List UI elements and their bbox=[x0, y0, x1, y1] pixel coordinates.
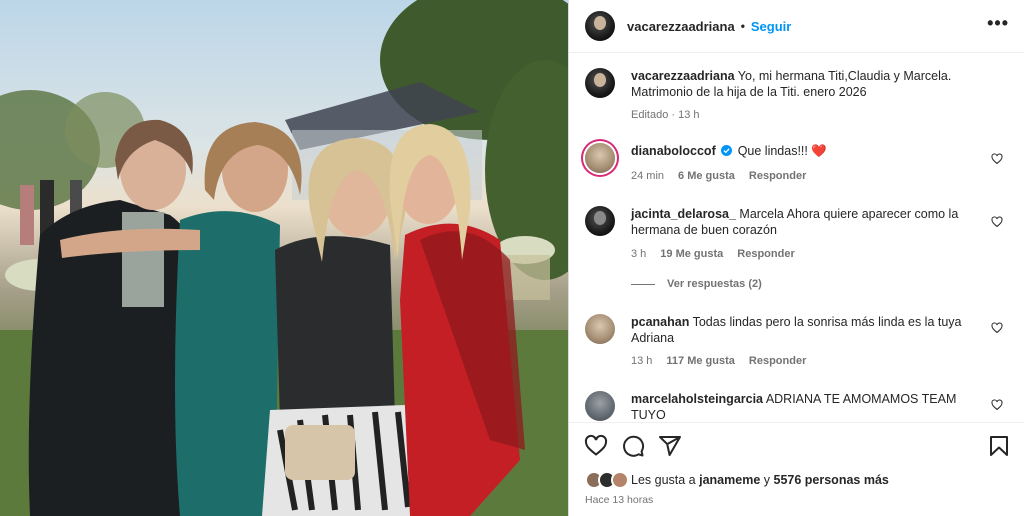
comment-item: marcelaholsteingarcia ADRIANA TE AMOMAMO… bbox=[585, 391, 1015, 422]
post-sidebar: vacarezzaadriana • Seguir ••• vacarezzaa… bbox=[568, 0, 1024, 516]
caption-time[interactable]: 13 h bbox=[678, 109, 699, 121]
comment-icon[interactable] bbox=[621, 434, 645, 458]
commenter-username[interactable]: marcelaholsteingarcia bbox=[631, 392, 763, 406]
likes-summary[interactable]: Les gusta a janameme y 5576 personas más bbox=[585, 471, 889, 489]
commenter-username[interactable]: pcanahan bbox=[631, 315, 689, 329]
view-replies-button[interactable]: Ver respuestas (2) bbox=[631, 278, 762, 290]
caption: vacarezzaadriana Yo, mi hermana Titi,Cla… bbox=[585, 68, 1015, 138]
post-header: vacarezzaadriana • Seguir ••• bbox=[569, 0, 1024, 53]
instagram-post-view: vacarezzaadriana • Seguir ••• vacarezzaa… bbox=[0, 0, 1024, 516]
comment-time[interactable]: 24 min bbox=[631, 170, 664, 182]
commenter-username[interactable]: jacinta_delarosa_ bbox=[631, 207, 736, 221]
caption-avatar[interactable] bbox=[585, 68, 615, 98]
comment-text-block: dianaboloccof Que lindas!!! ❤️ bbox=[631, 143, 981, 159]
caption-meta: Editado · 13 h bbox=[631, 109, 700, 121]
commenter-avatar[interactable] bbox=[585, 391, 615, 421]
caption-text-block: vacarezzaadriana Yo, mi hermana Titi,Cla… bbox=[631, 68, 981, 100]
likes-user[interactable]: janameme bbox=[699, 473, 760, 487]
header-separator: • bbox=[740, 19, 745, 33]
commenter-username[interactable]: dianaboloccof bbox=[631, 144, 716, 158]
comment-item: jacinta_delarosa_ Marcela Ahora quiere a… bbox=[585, 206, 1015, 276]
comment-likes[interactable]: 117 Me gusta bbox=[666, 355, 734, 367]
post-actions: Les gusta a janameme y 5576 personas más… bbox=[569, 422, 1024, 516]
view-replies-label[interactable]: Ver respuestas (2) bbox=[667, 278, 762, 290]
comment-text: Que lindas!!! ❤️ bbox=[737, 144, 827, 158]
caption-username[interactable]: vacarezzaadriana bbox=[631, 69, 735, 83]
liker-avatars bbox=[585, 471, 631, 489]
comment-item: pcanahan Todas lindas pero la sonrisa má… bbox=[585, 314, 1015, 374]
likes-count[interactable]: 5576 personas más bbox=[774, 473, 889, 487]
bookmark-icon[interactable] bbox=[987, 434, 1011, 458]
comment-like-heart-icon[interactable] bbox=[991, 399, 1003, 411]
comment-like-heart-icon[interactable] bbox=[991, 153, 1003, 165]
caption-edited: Editado bbox=[631, 109, 669, 121]
likes-prefix: Les gusta a bbox=[631, 473, 696, 487]
author-avatar[interactable] bbox=[585, 11, 615, 41]
comment-time[interactable]: 13 h bbox=[631, 355, 652, 367]
post-timestamp[interactable]: Hace 13 horas bbox=[585, 494, 653, 506]
comment-text-block: pcanahan Todas lindas pero la sonrisa má… bbox=[631, 314, 981, 346]
share-icon[interactable] bbox=[658, 434, 682, 458]
likes-connector: y bbox=[763, 473, 771, 487]
follow-button[interactable]: Seguir bbox=[751, 19, 791, 34]
comment-text-block: marcelaholsteingarcia ADRIANA TE AMOMAMO… bbox=[631, 391, 981, 422]
more-icon[interactable]: ••• bbox=[987, 14, 1009, 32]
post-photo[interactable] bbox=[0, 0, 568, 516]
comment-likes[interactable]: 19 Me gusta bbox=[660, 248, 723, 260]
reply-button[interactable]: Responder bbox=[749, 170, 806, 182]
comment-text-block: jacinta_delarosa_ Marcela Ahora quiere a… bbox=[631, 206, 981, 238]
comments-list[interactable]: vacarezzaadriana Yo, mi hermana Titi,Cla… bbox=[569, 54, 1024, 422]
replies-divider-line bbox=[631, 283, 655, 285]
comment-like-heart-icon[interactable] bbox=[991, 322, 1003, 334]
reply-button[interactable]: Responder bbox=[737, 248, 794, 260]
photo-illustration bbox=[0, 0, 568, 516]
comment-meta: 3 h 19 Me gusta Responder bbox=[631, 248, 795, 260]
comment-likes[interactable]: 6 Me gusta bbox=[678, 170, 735, 182]
comment-meta: 13 h 117 Me gusta Responder bbox=[631, 355, 806, 367]
reply-button[interactable]: Responder bbox=[749, 355, 806, 367]
author-username[interactable]: vacarezzaadriana bbox=[627, 19, 735, 34]
commenter-avatar[interactable] bbox=[585, 143, 615, 173]
heart-icon[interactable] bbox=[584, 434, 608, 458]
commenter-avatar[interactable] bbox=[585, 314, 615, 344]
comment-like-heart-icon[interactable] bbox=[991, 216, 1003, 228]
commenter-avatar[interactable] bbox=[585, 206, 615, 236]
comment-time[interactable]: 3 h bbox=[631, 248, 646, 260]
comment-meta: 24 min 6 Me gusta Responder bbox=[631, 170, 806, 182]
verified-icon bbox=[721, 145, 733, 156]
comment-item: dianaboloccof Que lindas!!! ❤️ 24 min 6 … bbox=[585, 143, 1015, 193]
